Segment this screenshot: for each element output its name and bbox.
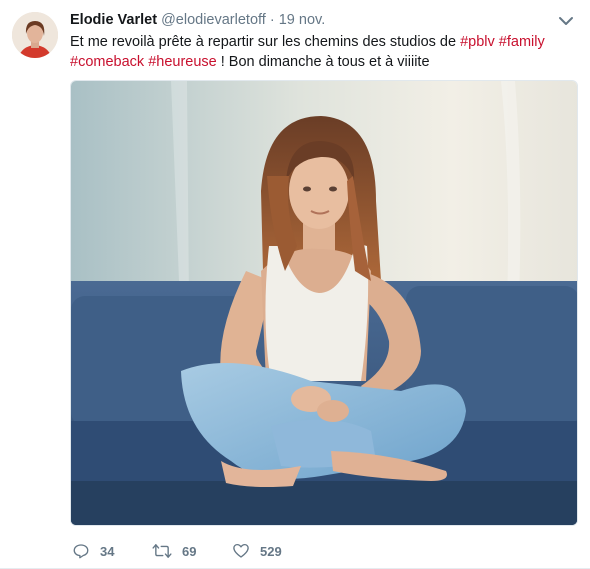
like-button[interactable]: 529 <box>232 542 322 560</box>
like-count: 529 <box>260 543 282 559</box>
reply-count: 34 <box>100 543 115 559</box>
reply-button[interactable]: 34 <box>72 542 152 560</box>
chevron-down-icon[interactable] <box>558 14 574 26</box>
tweet-timestamp[interactable]: 19 nov. <box>279 12 326 28</box>
tweet-photo[interactable] <box>70 80 578 526</box>
tweet-actions: 34 69 529 <box>72 540 322 562</box>
hashtag-family[interactable]: #family <box>499 34 545 50</box>
heart-icon <box>233 543 249 558</box>
tweet-text-start: Et me revoilà prête à repartir sur les c… <box>70 34 461 50</box>
tweet-text-end: ! Bon dimanche à tous et à viiiite <box>216 54 430 70</box>
hashtag-comeback[interactable]: #comeback <box>70 54 144 70</box>
author-name[interactable]: Elodie Varlet <box>70 12 157 28</box>
retweet-count: 69 <box>182 543 197 559</box>
reply-icon <box>73 544 89 559</box>
hashtag-pblv[interactable]: #pblv <box>460 34 495 50</box>
hashtag-heureuse[interactable]: #heureuse <box>148 54 217 70</box>
avatar[interactable] <box>12 12 58 58</box>
author-handle[interactable]: @elodievarletoff <box>161 12 266 28</box>
tweet-header: Elodie Varlet @elodievarletoff · 19 nov. <box>70 11 325 29</box>
retweet-icon <box>152 544 172 558</box>
retweet-button[interactable]: 69 <box>152 542 232 560</box>
tweet-card[interactable]: Elodie Varlet @elodievarletoff · 19 nov.… <box>0 0 590 569</box>
separator-dot: · <box>269 12 275 28</box>
tweet-text: Et me revoilà prête à repartir sur les c… <box>70 32 570 72</box>
